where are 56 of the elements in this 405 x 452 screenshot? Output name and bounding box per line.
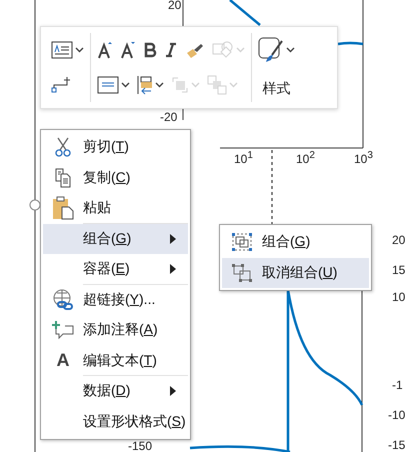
caret-icon (229, 82, 238, 88)
shapes-icon (212, 41, 234, 60)
menu-item[interactable]: 取消组合(U) (222, 258, 369, 288)
menu-item[interactable]: 组合(G) (43, 224, 188, 254)
menu-item[interactable]: 组合(G) (222, 227, 369, 258)
caret-icon (236, 47, 245, 54)
menu-item[interactable]: 超链接(Y)... (43, 284, 188, 315)
scissors-icon (54, 137, 72, 158)
menu-item[interactable]: 添加注释(A) (43, 315, 188, 346)
axis-tick-label: 10 (392, 292, 405, 303)
group-icon (232, 233, 252, 252)
shrink-font-icon (120, 41, 136, 60)
clipboard-icon (52, 196, 74, 220)
copy-icon (54, 168, 72, 188)
menu-item[interactable]: 复制(C) (43, 162, 188, 193)
connector-icon (51, 76, 73, 94)
caret-icon (121, 82, 130, 88)
caret-icon (191, 82, 200, 88)
grow-font-icon (97, 41, 113, 60)
menu-item[interactable]: 数据(D) (43, 376, 188, 406)
axis-tick-label: 20 (392, 235, 405, 246)
menu-item[interactable]: 设置形状格式(S) (43, 406, 188, 437)
style-button[interactable]: 样式 (252, 33, 301, 102)
menu-item[interactable]: 剪切(T) (43, 132, 188, 162)
text-box-icon (51, 41, 73, 60)
caret-icon (155, 82, 164, 88)
ungroup-icon (232, 264, 252, 282)
axis-tick-label: 10$^{2}$ (296, 150, 315, 165)
axis-tick-label: -15 (388, 440, 405, 451)
axis-tick-label: -150 (128, 441, 152, 452)
menu-item[interactable]: 粘贴 (43, 193, 188, 224)
add-comment-icon (52, 320, 74, 340)
caret-icon (286, 47, 295, 53)
submenu-arrow-icon (170, 386, 176, 396)
globe-link-icon (52, 288, 74, 311)
brush-icon (185, 41, 205, 60)
axis-tick-label: -10 (388, 410, 405, 421)
shape-style-icon (258, 37, 284, 63)
bold-icon (143, 42, 157, 58)
caret-icon (75, 47, 84, 54)
axis-tick-label: 15 (392, 265, 405, 276)
axis-tick-label: 10$^{1}$ (234, 150, 253, 165)
align-text-icon (97, 76, 119, 94)
submenu-arrow-icon (170, 234, 176, 244)
menu-item[interactable]: 容器(E) (43, 254, 188, 284)
axis-tick-label: -20 (160, 112, 178, 123)
send-back-icon (171, 76, 189, 94)
axis-tick-label: 10$^{3}$ (354, 150, 373, 165)
submenu-arrow-icon (170, 264, 176, 274)
axis-tick-label: 20 (168, 0, 182, 11)
letter-icon: A (56, 350, 70, 372)
axis-tick-label: -1 (392, 380, 403, 391)
bring-forward-icon (137, 74, 153, 95)
arrange-icon (207, 74, 227, 95)
menu-item[interactable]: A 编辑文本(T) (43, 346, 188, 376)
italic-icon (164, 42, 178, 58)
